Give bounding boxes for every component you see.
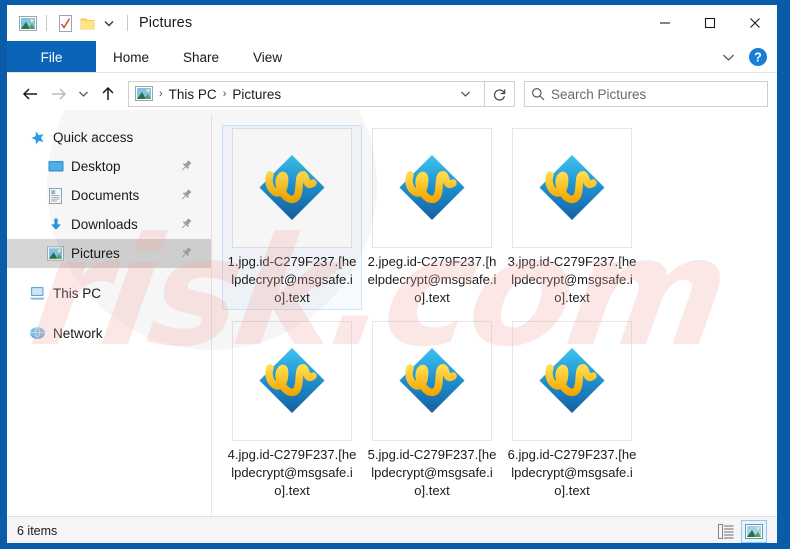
minimize-button[interactable] bbox=[642, 5, 687, 41]
explorer-window: Pictures File Home Share View ? › This P… bbox=[6, 4, 778, 544]
file-name: 3.jpg.id-C279F237.[helpdecrypt@msgsafe.i… bbox=[507, 254, 637, 305]
file-item[interactable]: 1.jpg.id-C279F237.[helpdecrypt@msgsafe.i… bbox=[222, 125, 362, 310]
ribbon-right-controls: ? bbox=[715, 41, 771, 73]
tab-home[interactable]: Home bbox=[96, 41, 166, 73]
file-thumbnail bbox=[372, 321, 492, 441]
file-grid: 1.jpg.id-C279F237.[helpdecrypt@msgsafe.i… bbox=[222, 125, 777, 511]
file-thumbnail bbox=[372, 128, 492, 248]
expand-ribbon-chevron-icon[interactable] bbox=[715, 44, 741, 70]
pin-icon-pictures[interactable] bbox=[179, 246, 193, 260]
pin-icon-documents[interactable] bbox=[179, 188, 193, 202]
file-item[interactable]: 3.jpg.id-C279F237.[helpdecrypt@msgsafe.i… bbox=[502, 125, 642, 310]
search-box[interactable] bbox=[524, 81, 768, 107]
breadcrumb[interactable]: › This PC › Pictures bbox=[128, 81, 485, 107]
maximize-button[interactable] bbox=[687, 5, 732, 41]
pin-icon-downloads[interactable] bbox=[179, 217, 193, 231]
address-bar-row: › This PC › Pictures bbox=[7, 73, 777, 115]
tab-share[interactable]: Share bbox=[166, 41, 236, 73]
breadcrumb-pictures-icon bbox=[135, 86, 153, 102]
details-view-button[interactable] bbox=[713, 520, 739, 543]
file-thumbnail bbox=[232, 321, 352, 441]
ribbon-tab-bar: File Home Share View ? bbox=[7, 41, 777, 73]
pin-icon-desktop[interactable] bbox=[179, 159, 193, 173]
pictures-folder-icon[interactable] bbox=[17, 12, 39, 34]
sidebar-label-documents: Documents bbox=[71, 188, 140, 203]
view-toggle-group bbox=[713, 519, 767, 543]
star-pin-icon bbox=[29, 129, 46, 146]
address-dropdown-chevron-icon[interactable] bbox=[452, 82, 478, 106]
svg-text:?: ? bbox=[754, 51, 762, 65]
sidebar-gap-2 bbox=[7, 308, 211, 319]
file-item[interactable]: 2.jpeg.id-C279F237.[helpdecrypt@msgsafe.… bbox=[362, 125, 502, 310]
pictures-icon bbox=[47, 245, 64, 262]
sidebar-item-desktop[interactable]: Desktop bbox=[7, 152, 211, 181]
up-button[interactable] bbox=[94, 80, 122, 108]
help-button[interactable]: ? bbox=[745, 44, 771, 70]
sidebar-item-this-pc[interactable]: This PC bbox=[7, 279, 211, 308]
sidebar-label-pictures: Pictures bbox=[71, 246, 120, 261]
new-folder-icon[interactable] bbox=[76, 12, 98, 34]
tab-view[interactable]: View bbox=[236, 41, 299, 73]
downloads-icon bbox=[47, 216, 64, 233]
sidebar-item-pictures[interactable]: Pictures bbox=[7, 239, 211, 268]
sidebar-label-this-pc: This PC bbox=[53, 286, 102, 301]
window-controls bbox=[642, 5, 777, 41]
breadcrumb-item-pictures[interactable]: Pictures bbox=[229, 87, 284, 102]
properties-icon[interactable] bbox=[54, 12, 76, 34]
file-name: 5.jpg.id-C279F237.[helpdecrypt@msgsafe.i… bbox=[367, 447, 497, 498]
sidebar-gap-1 bbox=[7, 268, 211, 279]
file-item[interactable]: 5.jpg.id-C279F237.[helpdecrypt@msgsafe.i… bbox=[362, 318, 502, 503]
file-thumbnail bbox=[512, 128, 632, 248]
file-item[interactable]: 6.jpg.id-C279F237.[helpdecrypt@msgsafe.i… bbox=[502, 318, 642, 503]
sidebar-label-desktop: Desktop bbox=[71, 159, 121, 174]
file-name: 1.jpg.id-C279F237.[helpdecrypt@msgsafe.i… bbox=[227, 254, 357, 305]
file-thumbnail bbox=[232, 128, 352, 248]
qat-separator-1 bbox=[46, 15, 47, 31]
file-thumbnail bbox=[512, 321, 632, 441]
forward-button[interactable] bbox=[44, 80, 72, 108]
close-button[interactable] bbox=[732, 5, 777, 41]
item-count-label: 6 items bbox=[17, 524, 58, 538]
sidebar-item-network[interactable]: Network bbox=[7, 319, 211, 348]
file-item[interactable]: 4.jpg.id-C279F237.[helpdecrypt@msgsafe.i… bbox=[222, 318, 362, 503]
file-name: 6.jpg.id-C279F237.[helpdecrypt@msgsafe.i… bbox=[507, 447, 637, 498]
navigation-pane: Quick access Desktop Documents Downloads… bbox=[7, 115, 212, 516]
breadcrumb-separator-1[interactable]: › bbox=[156, 88, 166, 100]
title-bar: Pictures bbox=[7, 5, 777, 41]
desktop-icon bbox=[47, 158, 64, 175]
tab-file[interactable]: File bbox=[7, 41, 96, 73]
breadcrumb-item-this-pc[interactable]: This PC bbox=[166, 87, 220, 102]
explorer-body: Quick access Desktop Documents Downloads… bbox=[7, 115, 777, 516]
refresh-button[interactable] bbox=[485, 81, 515, 107]
sidebar-item-downloads[interactable]: Downloads bbox=[7, 210, 211, 239]
sidebar-label-quick-access: Quick access bbox=[53, 130, 134, 145]
large-icons-view-button[interactable] bbox=[741, 519, 767, 543]
file-list-pane[interactable]: 1.jpg.id-C279F237.[helpdecrypt@msgsafe.i… bbox=[212, 115, 777, 516]
this-pc-icon bbox=[29, 285, 46, 302]
recent-locations-chevron-icon[interactable] bbox=[72, 80, 94, 108]
window-title: Pictures bbox=[139, 15, 193, 31]
sidebar-item-quick-access[interactable]: Quick access bbox=[7, 123, 211, 152]
status-bar: 6 items bbox=[7, 516, 777, 543]
search-icon bbox=[525, 87, 551, 101]
customize-qat-chevron-icon[interactable] bbox=[98, 12, 120, 34]
breadcrumb-separator-2[interactable]: › bbox=[220, 88, 230, 100]
sidebar-label-network: Network bbox=[53, 326, 103, 341]
network-icon bbox=[29, 325, 46, 342]
documents-icon bbox=[47, 187, 64, 204]
back-button[interactable] bbox=[16, 80, 44, 108]
search-input[interactable] bbox=[551, 86, 767, 102]
quick-access-toolbar bbox=[7, 12, 135, 34]
sidebar-item-documents[interactable]: Documents bbox=[7, 181, 211, 210]
ribbon-divider bbox=[7, 72, 777, 73]
file-name: 2.jpeg.id-C279F237.[helpdecrypt@msgsafe.… bbox=[367, 254, 497, 305]
file-name: 4.jpg.id-C279F237.[helpdecrypt@msgsafe.i… bbox=[227, 447, 357, 498]
sidebar-label-downloads: Downloads bbox=[71, 217, 138, 232]
qat-separator-2 bbox=[127, 15, 128, 31]
